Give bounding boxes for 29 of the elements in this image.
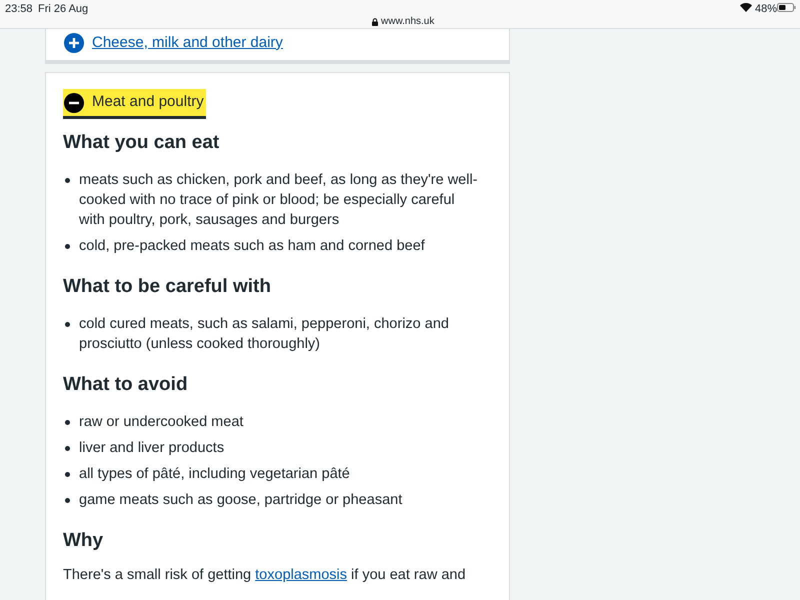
bullet-icon (65, 420, 70, 425)
section-heading: What you can eat (63, 131, 220, 155)
section-toggle[interactable]: Cheese, milk and other dairy (63, 32, 283, 54)
paragraph: There's a small risk of getting toxoplasmosis if you eat raw and (63, 566, 467, 585)
section-heading: Why (63, 529, 104, 553)
section-toggle[interactable]: Meat and poultry (63, 89, 206, 119)
list-item-text: meats such as chicken, pork and beef, as long as they're well-cooked with no trace of pink or blood; be especially careful with poultry, pork, sausages and burgers (79, 171, 479, 230)
section-heading: What to be careful with (63, 275, 272, 299)
status-date: Fri 26 Aug (38, 2, 88, 17)
list-item-text: raw or undercooked meat (79, 413, 244, 432)
list-item-text: game meats such as goose, partridge or pheasant (79, 491, 404, 510)
status-time: 23:58 (5, 2, 33, 17)
bullet-icon (65, 498, 70, 503)
lock-icon (372, 18, 378, 26)
bullet-icon (65, 472, 70, 477)
list-item-text: cold, pre-packed meats such as ham and corned beef (79, 237, 426, 256)
list-item-text: cold cured meats, such as salami, pepperoni, chorizo and prosciutto (unless cooked thoroughly) (79, 315, 450, 354)
battery-icon (777, 3, 796, 12)
bullet-icon (65, 178, 70, 183)
list-item-text: all types of pâté, including vegetarian pâté (79, 465, 351, 484)
url-text[interactable]: www.nhs.uk (381, 14, 434, 29)
list-item-text: liver and liver products (79, 439, 226, 458)
battery-percent: 48% (755, 2, 778, 17)
bullet-icon (65, 322, 70, 327)
bullet-icon (65, 244, 70, 249)
section-heading: What to avoid (63, 373, 189, 397)
toxo-link[interactable]: toxoplasmosis (255, 567, 348, 583)
bullet-icon (65, 446, 70, 451)
wifi-icon (740, 3, 752, 12)
